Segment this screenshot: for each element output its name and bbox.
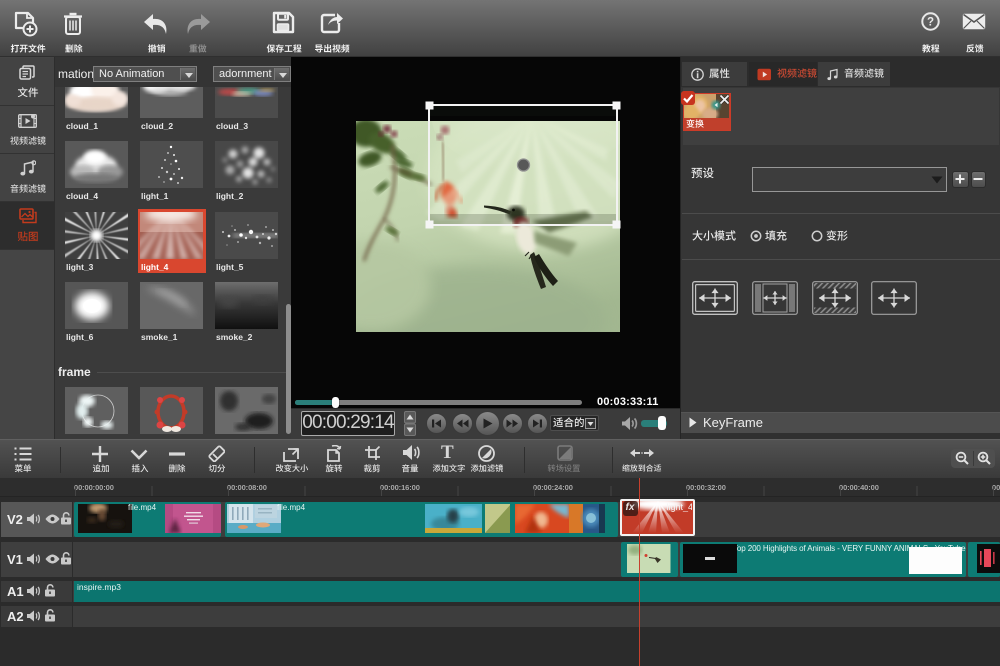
svg-text:?: ?	[927, 17, 934, 29]
